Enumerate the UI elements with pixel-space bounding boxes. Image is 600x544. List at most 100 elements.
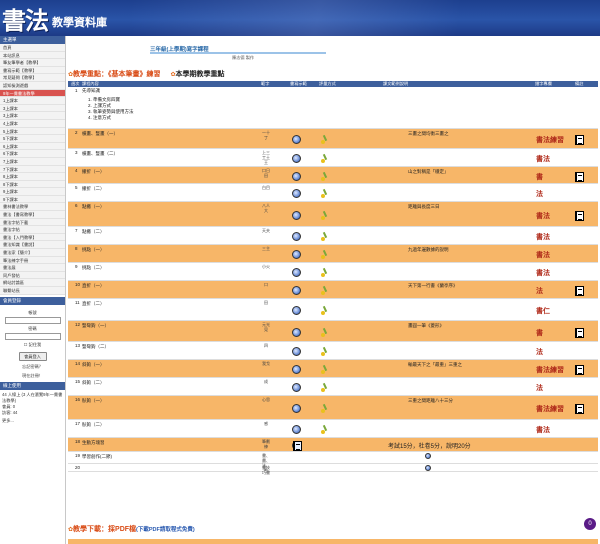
sidebar-item[interactable]: 5下課本 bbox=[0, 135, 65, 143]
sidebar-item[interactable]: 書法字帖下載 bbox=[0, 218, 65, 227]
notebook-icon[interactable] bbox=[575, 286, 584, 296]
video-demo-icon[interactable] bbox=[292, 306, 301, 315]
notebook-icon[interactable] bbox=[575, 365, 584, 375]
sidebar-item[interactable]: 6下課本 bbox=[0, 150, 65, 158]
sidebar-item[interactable]: 8上課本 bbox=[0, 173, 65, 181]
sidebar-item[interactable]: 7下課本 bbox=[0, 165, 65, 174]
sidebar-item[interactable]: 3上課本 bbox=[0, 104, 65, 113]
video-demo-icon[interactable] bbox=[425, 465, 431, 471]
calligraphy-sample[interactable]: 法 bbox=[536, 347, 543, 357]
brush-icon[interactable] bbox=[321, 250, 328, 259]
video-demo-icon[interactable] bbox=[292, 268, 301, 277]
tab-focus[interactable]: 教學重點：《基本筆畫》練習 bbox=[73, 71, 161, 78]
calligraphy-sample[interactable]: 書法練習 bbox=[536, 365, 564, 375]
sidebar-item[interactable]: 書法字帖 bbox=[0, 226, 65, 234]
brush-icon[interactable] bbox=[321, 286, 328, 295]
brush-icon[interactable] bbox=[321, 211, 328, 220]
sidebar-item[interactable]: 9年一貫書法教學 bbox=[0, 89, 65, 98]
calligraphy-sample[interactable]: 書法 bbox=[536, 211, 550, 221]
video-demo-icon[interactable] bbox=[292, 365, 301, 374]
download-label[interactable]: 教學下載：採PDF檔 bbox=[73, 526, 136, 533]
calligraphy-sample[interactable]: 法 bbox=[536, 383, 543, 393]
sidebar-item[interactable]: 4上課本 bbox=[0, 119, 65, 128]
video-demo-icon[interactable] bbox=[292, 154, 301, 163]
sidebar-item[interactable]: 書法【入門教學】 bbox=[0, 233, 65, 242]
calligraphy-sample[interactable]: 書 bbox=[536, 172, 543, 182]
notebook-icon[interactable] bbox=[575, 171, 584, 182]
calligraphy-sample[interactable]: 書仁 bbox=[536, 306, 550, 316]
sidebar-item[interactable]: 聯繫站長 bbox=[0, 287, 65, 295]
notebook-icon[interactable] bbox=[575, 210, 584, 221]
sidebar-item[interactable]: 常見疑問【教學】 bbox=[0, 74, 65, 82]
calligraphy-sample[interactable]: 書法練習 bbox=[536, 404, 564, 414]
calligraphy-sample[interactable]: 書 bbox=[536, 328, 543, 338]
brush-icon[interactable] bbox=[321, 306, 328, 315]
sidebar-item[interactable]: 首頁 bbox=[0, 44, 65, 52]
notification-badge[interactable]: 0 bbox=[584, 518, 596, 530]
video-demo-icon[interactable] bbox=[292, 404, 301, 413]
calligraphy-sample[interactable]: 書法 bbox=[536, 154, 550, 164]
sidebar-item[interactable]: 筆法練字手冊 bbox=[0, 256, 65, 265]
sidebar-item[interactable]: 6上課本 bbox=[0, 142, 65, 151]
download-hint[interactable]: (下載PDF請取程式免費) bbox=[136, 527, 195, 533]
sidebar-item[interactable]: 8下課本 bbox=[0, 180, 65, 189]
video-demo-icon[interactable] bbox=[292, 232, 301, 241]
notebook-icon[interactable] bbox=[575, 404, 584, 414]
video-demo-icon[interactable] bbox=[292, 189, 301, 198]
calligraphy-sample[interactable]: 法 bbox=[536, 286, 543, 296]
brush-icon[interactable] bbox=[321, 365, 328, 374]
video-demo-icon[interactable] bbox=[292, 383, 301, 392]
brush-icon[interactable] bbox=[321, 347, 328, 356]
sidebar-item[interactable]: 1上課本 bbox=[0, 97, 65, 105]
brush-icon[interactable] bbox=[321, 135, 328, 144]
sidebar-item[interactable]: 書法展 bbox=[0, 264, 65, 272]
sidebar-item[interactable]: 7上課本 bbox=[0, 157, 65, 166]
remember-checkbox[interactable]: ☐ 記住我 bbox=[3, 342, 62, 348]
calligraphy-sample[interactable]: 法 bbox=[536, 189, 543, 199]
video-demo-icon[interactable] bbox=[292, 286, 301, 295]
notebook-icon[interactable] bbox=[575, 135, 584, 145]
sidebar-item[interactable]: 網站討論區 bbox=[0, 279, 65, 287]
video-demo-icon[interactable] bbox=[292, 135, 301, 144]
login-button[interactable]: 會員登入 bbox=[18, 351, 47, 361]
calligraphy-sample[interactable]: 書法 bbox=[536, 425, 550, 435]
brush-icon[interactable] bbox=[321, 268, 328, 277]
notebook-icon[interactable] bbox=[575, 327, 584, 338]
calligraphy-sample[interactable]: 書法練習 bbox=[536, 135, 564, 145]
sidebar-item[interactable]: 5上課本 bbox=[0, 127, 65, 136]
video-demo-icon[interactable] bbox=[292, 327, 301, 337]
brush-icon[interactable] bbox=[321, 232, 328, 241]
calligraphy-sample[interactable]: 書法 bbox=[536, 268, 550, 278]
sidebar-item[interactable]: 同戶發帖 bbox=[0, 271, 65, 280]
password-input[interactable] bbox=[4, 332, 61, 340]
account-input[interactable] bbox=[4, 316, 61, 324]
register-link[interactable]: 現在註冊！ bbox=[3, 373, 62, 379]
sidebar-item[interactable]: 9上課本 bbox=[0, 188, 65, 196]
sidebar-item[interactable]: 書法【書寫教學】 bbox=[0, 211, 65, 219]
calligraphy-sample[interactable]: 書法 bbox=[536, 250, 550, 260]
video-demo-icon[interactable] bbox=[292, 171, 301, 181]
video-demo-icon[interactable] bbox=[292, 425, 301, 434]
sidebar-item[interactable]: 書寫示範【教學】 bbox=[0, 66, 65, 75]
brush-icon[interactable] bbox=[321, 172, 328, 181]
video-demo-icon[interactable] bbox=[292, 210, 301, 220]
more-link[interactable]: 更多... bbox=[2, 418, 63, 424]
sidebar-item[interactable]: 本站訊息 bbox=[0, 51, 65, 60]
brush-icon[interactable] bbox=[321, 425, 328, 434]
brush-icon[interactable] bbox=[321, 328, 328, 337]
brush-icon[interactable] bbox=[321, 189, 328, 198]
site-title[interactable]: 教學資料庫 bbox=[52, 14, 107, 30]
brush-icon[interactable] bbox=[321, 383, 328, 392]
sidebar-item[interactable]: 3上課本 bbox=[0, 112, 65, 120]
pencil-icon[interactable] bbox=[293, 441, 302, 451]
sidebar-item[interactable]: 書法家【簡介】 bbox=[0, 249, 65, 257]
sidebar-item[interactable]: 書法知識【書說】 bbox=[0, 241, 65, 250]
sidebar-item[interactable]: 書林書法教學 bbox=[0, 203, 65, 212]
video-demo-icon[interactable] bbox=[292, 250, 301, 259]
calligraphy-sample[interactable]: 書法 bbox=[536, 232, 550, 242]
video-demo-icon[interactable] bbox=[425, 453, 431, 459]
sidebar-item[interactable]: 認知檢測遊戲 bbox=[0, 81, 65, 90]
sidebar-item[interactable]: 9下課本 bbox=[0, 195, 65, 204]
sidebar-item[interactable]: 筆友筆學者【教學】 bbox=[0, 59, 65, 67]
video-demo-icon[interactable] bbox=[292, 347, 301, 356]
